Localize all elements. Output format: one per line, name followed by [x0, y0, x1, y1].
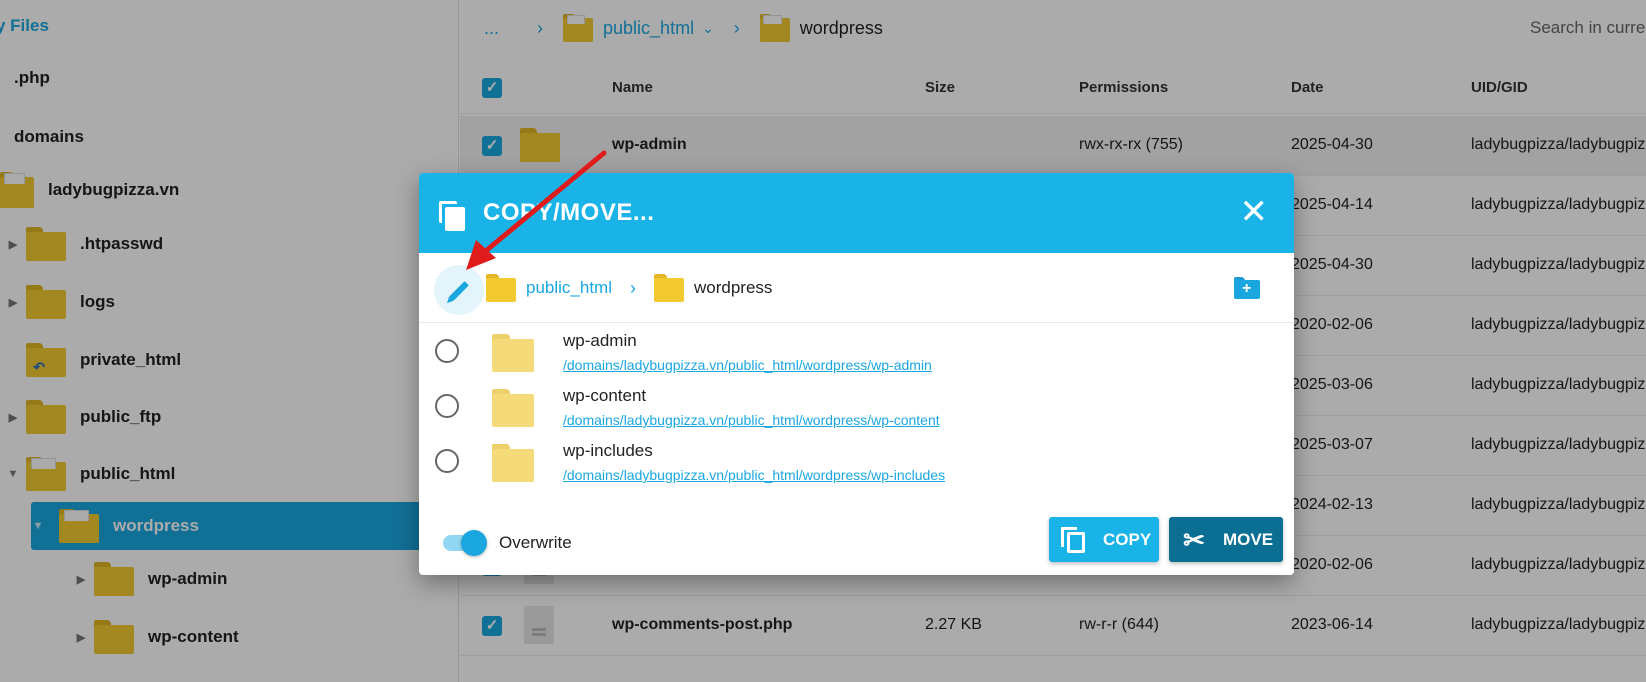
folder-radio[interactable] [435, 449, 459, 473]
folder-path-link[interactable]: /domains/ladybugpizza.vn/public_html/wor… [563, 412, 940, 428]
folder-path-link[interactable]: /domains/ladybugpizza.vn/public_html/wor… [563, 357, 932, 373]
folder-icon [654, 274, 684, 302]
dialog-path-public-html[interactable]: public_html [526, 278, 612, 298]
folder-name: wp-admin [563, 331, 637, 350]
copy-icon [439, 201, 467, 231]
dialog-path-wordpress: wordpress [694, 278, 773, 297]
folder-radio[interactable] [435, 339, 459, 363]
folder-icon [486, 274, 516, 302]
folder-icon [492, 444, 534, 482]
folder-radio[interactable] [435, 394, 459, 418]
copy-move-dialog: COPY/MOVE... ✕ public_html › wordpress +… [419, 173, 1294, 575]
edit-path-button[interactable] [434, 265, 484, 315]
dialog-breadcrumb: public_html › wordpress [486, 274, 772, 302]
dialog-header: COPY/MOVE... ✕ [419, 173, 1294, 253]
pencil-icon [449, 281, 469, 301]
overwrite-toggle[interactable] [443, 529, 487, 556]
dialog-path-bar: public_html › wordpress + [419, 253, 1294, 323]
new-folder-icon[interactable]: + [1234, 277, 1260, 299]
folder-path-link[interactable]: /domains/ladybugpizza.vn/public_html/wor… [563, 467, 945, 483]
folder-name: wp-includes [563, 441, 653, 460]
list-item[interactable]: wp-content /domains/ladybugpizza.vn/publ… [419, 380, 1294, 435]
copy-button[interactable]: COPY [1049, 517, 1159, 562]
copy-button-label: COPY [1103, 530, 1152, 549]
chevron-right-icon: › [630, 277, 636, 298]
overwrite-label: Overwrite [499, 533, 572, 552]
folder-name: wp-content [563, 386, 647, 405]
move-button-label: MOVE [1223, 530, 1274, 549]
list-item[interactable]: wp-admin /domains/ladybugpizza.vn/public… [419, 325, 1294, 380]
close-icon[interactable]: ✕ [1240, 193, 1269, 231]
move-button[interactable]: ✂ MOVE [1169, 517, 1283, 562]
folder-icon [492, 389, 534, 427]
dialog-title: COPY/MOVE... [483, 199, 655, 226]
dialog-folder-list: wp-admin /domains/ladybugpizza.vn/public… [419, 325, 1294, 490]
scissors-icon: ✂ [1183, 525, 1205, 555]
folder-icon [492, 334, 534, 372]
list-item[interactable]: wp-includes /domains/ladybugpizza.vn/pub… [419, 435, 1294, 490]
dialog-footer: Overwrite COPY ✂ MOVE [419, 517, 1294, 567]
copy-icon [1061, 527, 1087, 553]
